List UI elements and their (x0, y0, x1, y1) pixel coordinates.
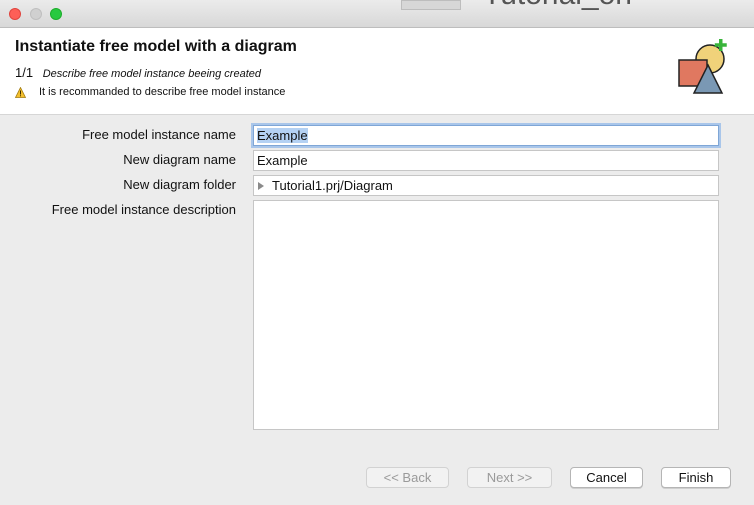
step-row: 1/1 Describe free model instance beeing … (15, 65, 261, 80)
minimize-window-button[interactable] (30, 8, 42, 20)
wizard-header: Instantiate free model with a diagram 1/… (0, 28, 754, 115)
step-description: Describe free model instance beeing crea… (42, 68, 261, 80)
dialog-window: Tutorial_on Instantiate free model with … (0, 0, 754, 505)
wizard-title: Instantiate free model with a diagram (15, 38, 297, 55)
diagram-name-value: Example (257, 153, 308, 168)
expand-arrow-icon[interactable] (258, 181, 264, 190)
zoom-window-button[interactable] (50, 8, 62, 20)
free-model-diagram-icon (678, 39, 727, 94)
next-button[interactable]: Next >> (467, 467, 552, 488)
back-button[interactable]: << Back (366, 467, 449, 488)
instance-name-label: Free model instance name (82, 127, 236, 142)
description-textarea[interactable] (253, 200, 719, 430)
warning-icon (15, 86, 26, 98)
finish-button[interactable]: Finish (661, 467, 731, 488)
close-window-button[interactable] (9, 8, 21, 20)
description-label: Free model instance description (51, 202, 236, 217)
cancel-button[interactable]: Cancel (570, 467, 643, 488)
diagram-folder-value: Tutorial1.prj/Diagram (272, 178, 393, 193)
step-count: 1/1 (15, 65, 34, 80)
background-title-text: Tutorial_on (483, 0, 632, 12)
diagram-folder-field[interactable]: Tutorial1.prj/Diagram (253, 175, 719, 196)
diagram-folder-label: New diagram folder (123, 177, 236, 192)
background-toolbar-fragment (401, 0, 461, 10)
warning-row: It is recommanded to describe free model… (15, 86, 285, 98)
title-bar[interactable]: Tutorial_on (0, 0, 754, 28)
instance-name-input[interactable]: Example (253, 125, 719, 146)
instance-name-value: Example (257, 128, 308, 143)
background-window-fragment: Tutorial_on (401, 0, 661, 27)
warning-text: It is recommanded to describe free model… (39, 86, 286, 98)
diagram-name-input[interactable]: Example (253, 150, 719, 171)
diagram-name-label: New diagram name (123, 152, 236, 167)
